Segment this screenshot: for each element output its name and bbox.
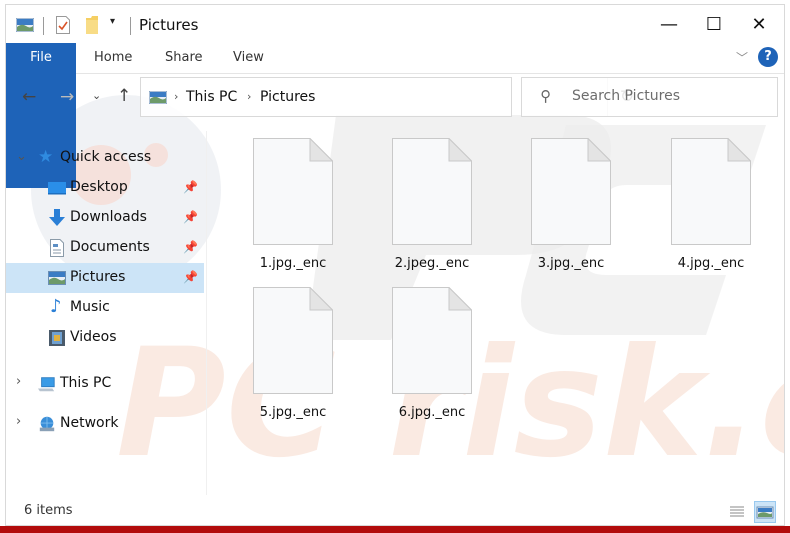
- file-item[interactable]: 3.jpg._enc: [506, 138, 616, 283]
- address-bar[interactable]: › This PC › Pictures ⌄ ↻: [140, 77, 634, 117]
- pin-icon[interactable]: 📌: [183, 180, 198, 194]
- customize-dropdown-icon[interactable]: ▾: [110, 16, 115, 27]
- nav-item-desktop[interactable]: Desktop 📌: [6, 173, 204, 203]
- tab-share[interactable]: Share: [165, 43, 203, 72]
- details-view-icon: [730, 506, 744, 517]
- nav-label: This PC: [60, 375, 112, 391]
- nav-label: Network: [60, 415, 119, 431]
- navigation-pane: ⌄ ★ Quick access Desktop 📌 Downloads 📌 D…: [6, 135, 206, 495]
- music-icon: ♪: [50, 296, 62, 317]
- file-name: 1.jpg._enc: [259, 256, 327, 271]
- search-box[interactable]: ⚲: [521, 77, 778, 117]
- expand-ribbon-chevron-icon[interactable]: ﹀: [736, 49, 748, 66]
- nav-item-documents[interactable]: Documents 📌: [6, 233, 204, 263]
- details-view-button[interactable]: [726, 501, 748, 523]
- blank-file-icon: [671, 138, 751, 245]
- breadcrumb-this-pc[interactable]: This PC: [186, 89, 237, 105]
- nav-label: Documents: [70, 239, 150, 255]
- nav-label: Desktop: [70, 179, 128, 195]
- toolbar-separator: [43, 17, 44, 35]
- new-folder-icon[interactable]: [86, 16, 98, 34]
- back-arrow-icon[interactable]: ←: [22, 87, 36, 107]
- downloads-icon: [49, 209, 65, 226]
- search-input[interactable]: [570, 87, 764, 105]
- documents-icon: [50, 239, 64, 257]
- nav-label: Videos: [70, 329, 117, 345]
- file-name: 4.jpg._enc: [677, 256, 745, 271]
- search-icon: ⚲: [540, 87, 551, 105]
- file-item[interactable]: 5.jpg._enc: [228, 287, 338, 432]
- blank-file-icon: [531, 138, 611, 245]
- pictures-location-icon: [149, 91, 167, 104]
- tab-home[interactable]: Home: [94, 43, 132, 72]
- tab-view[interactable]: View: [233, 43, 264, 72]
- nav-this-pc[interactable]: › This PC: [6, 369, 204, 399]
- breadcrumb-pictures[interactable]: Pictures: [260, 89, 315, 105]
- nav-item-pictures[interactable]: Pictures 📌: [6, 263, 204, 293]
- nav-quick-access[interactable]: ⌄ ★ Quick access: [6, 143, 204, 173]
- pane-divider[interactable]: [206, 131, 207, 495]
- file-name: 6.jpg._enc: [398, 405, 466, 420]
- nav-network[interactable]: › Network: [6, 409, 204, 439]
- network-icon: [39, 416, 55, 432]
- blank-file-icon: [392, 138, 472, 245]
- this-pc-icon: [38, 377, 55, 392]
- pin-icon[interactable]: 📌: [183, 240, 198, 254]
- blank-file-icon: [392, 287, 472, 394]
- window-title: Pictures: [139, 16, 199, 34]
- desktop-icon: [48, 182, 66, 195]
- file-item[interactable]: 4.jpg._enc: [646, 138, 756, 283]
- pin-icon[interactable]: 📌: [183, 270, 198, 284]
- file-name: 5.jpg._enc: [259, 405, 327, 420]
- collapse-chevron-icon[interactable]: ⌄: [16, 149, 27, 164]
- nav-item-videos[interactable]: Videos: [6, 323, 204, 353]
- item-count: 6 items: [24, 503, 73, 518]
- expand-chevron-icon[interactable]: ›: [16, 374, 21, 389]
- page-bottom-bar: [0, 526, 790, 533]
- file-name: 2.jpeg._enc: [394, 256, 470, 271]
- maximize-button[interactable]: ☐: [691, 9, 737, 39]
- properties-icon[interactable]: [56, 16, 70, 34]
- nav-label: Downloads: [70, 209, 147, 225]
- pictures-icon: [48, 271, 66, 285]
- file-name: 3.jpg._enc: [537, 256, 605, 271]
- help-button[interactable]: ?: [758, 47, 778, 67]
- close-button[interactable]: ✕: [736, 9, 782, 39]
- up-arrow-icon[interactable]: ↑: [117, 86, 131, 106]
- ribbon-tabs: File Home Share View ﹀ ?: [6, 43, 784, 188]
- nav-item-music[interactable]: ♪ Music: [6, 293, 204, 323]
- pictures-app-icon[interactable]: [16, 18, 34, 32]
- file-item[interactable]: 2.jpeg._enc: [367, 138, 477, 283]
- file-item[interactable]: 6.jpg._enc: [367, 287, 477, 432]
- file-explorer-window: PC risk.com ▾ Pictures — ☐ ✕ File Home S…: [5, 4, 785, 526]
- recent-locations-chevron-icon[interactable]: ⌄: [92, 89, 101, 102]
- nav-label: Pictures: [70, 269, 126, 285]
- file-item[interactable]: 1.jpg._enc: [228, 138, 338, 283]
- forward-arrow-icon[interactable]: →: [60, 87, 74, 107]
- minimize-button[interactable]: —: [646, 9, 692, 39]
- title-bar: ▾ Pictures — ☐ ✕: [6, 5, 784, 43]
- minimize-icon: —: [660, 13, 678, 35]
- nav-label: Music: [70, 299, 110, 315]
- toolbar-separator: [130, 17, 131, 35]
- nav-label: Quick access: [60, 149, 152, 165]
- quick-access-star-icon: ★: [38, 147, 54, 167]
- maximize-icon: ☐: [705, 13, 723, 35]
- large-icons-view-icon: [756, 506, 774, 519]
- nav-item-downloads[interactable]: Downloads 📌: [6, 203, 204, 233]
- pin-icon[interactable]: 📌: [183, 210, 198, 224]
- expand-chevron-icon[interactable]: ›: [16, 414, 21, 429]
- blank-file-icon: [253, 287, 333, 394]
- breadcrumb-separator-icon: ›: [174, 90, 179, 103]
- videos-icon: [49, 330, 65, 346]
- blank-file-icon: [253, 138, 333, 245]
- close-icon: ✕: [751, 13, 767, 35]
- breadcrumb-separator-icon: ›: [247, 90, 252, 103]
- large-icons-view-button[interactable]: [754, 501, 776, 523]
